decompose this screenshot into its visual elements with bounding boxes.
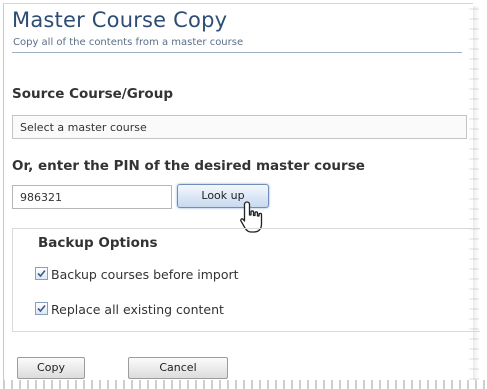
cancel-button[interactable]: Cancel [128,357,228,379]
backup-before-import-label: Backup courses before import [51,267,239,282]
pin-label: Or, enter the PIN of the desired master … [12,158,365,174]
copy-button[interactable]: Copy [17,357,85,379]
title-divider [12,52,462,53]
backup-options-title: Backup Options [38,235,158,251]
backup-before-import-option[interactable]: Backup courses before import [35,267,239,283]
replace-content-label: Replace all existing content [51,302,224,317]
checkmark-icon [37,269,46,278]
backup-before-import-checkbox[interactable] [35,267,48,280]
pin-input[interactable]: 986321 [12,185,172,209]
master-course-select[interactable]: Select a master course [12,115,467,139]
torn-bottom-edge [0,380,487,389]
checkmark-icon [37,304,46,313]
replace-content-option[interactable]: Replace all existing content [35,302,224,318]
page-subtitle: Copy all of the contents from a master c… [13,37,244,48]
page-title: Master Course Copy [12,8,228,32]
replace-content-checkbox[interactable] [35,302,48,315]
source-course-label: Source Course/Group [12,86,173,102]
